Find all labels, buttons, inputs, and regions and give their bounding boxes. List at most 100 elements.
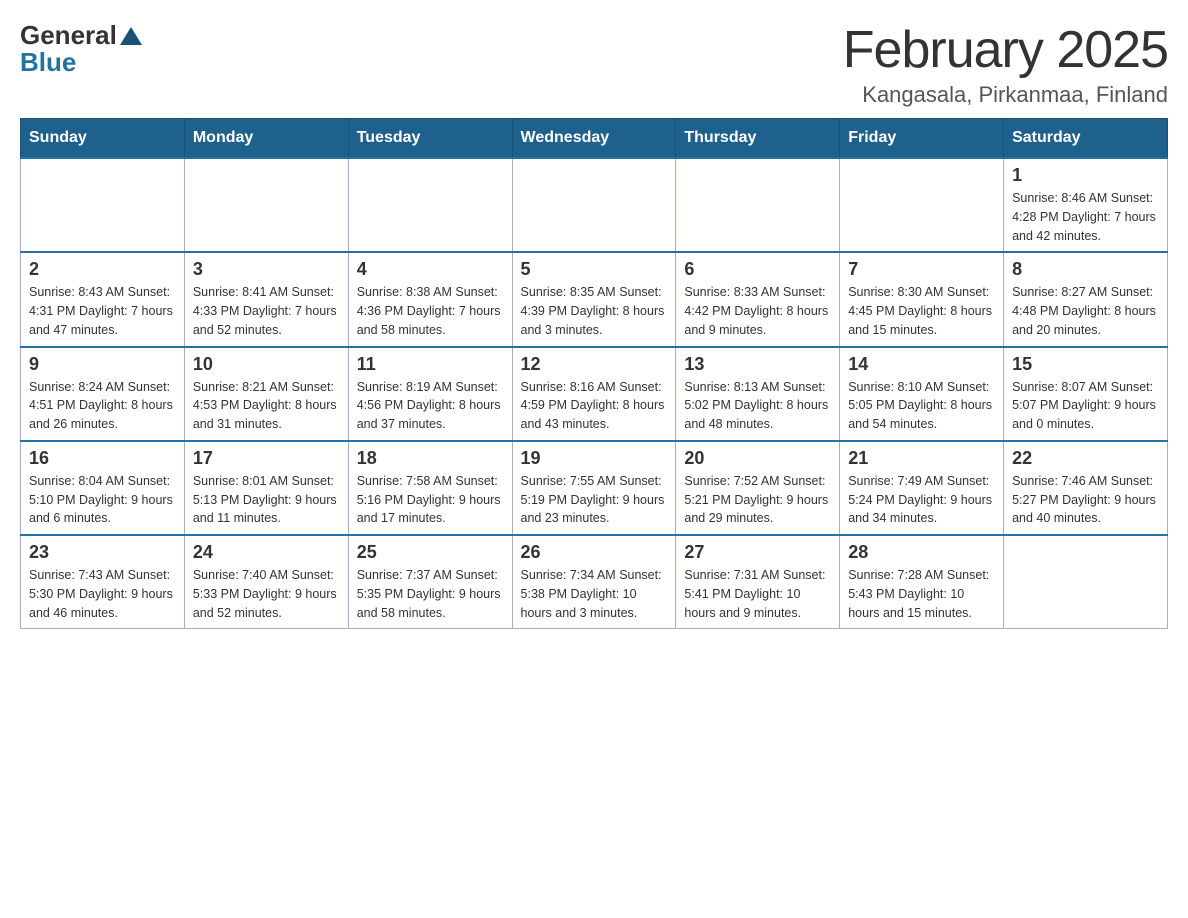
table-row: 22Sunrise: 7:46 AM Sunset: 5:27 PM Dayli… bbox=[1004, 441, 1168, 535]
month-title: February 2025 bbox=[843, 20, 1168, 80]
day-info: Sunrise: 8:21 AM Sunset: 4:53 PM Dayligh… bbox=[193, 378, 340, 434]
day-info: Sunrise: 8:43 AM Sunset: 4:31 PM Dayligh… bbox=[29, 283, 176, 339]
calendar-table: Sunday Monday Tuesday Wednesday Thursday… bbox=[20, 118, 1168, 629]
day-number: 7 bbox=[848, 259, 995, 280]
header-thursday: Thursday bbox=[676, 119, 840, 159]
logo-triangle-icon bbox=[120, 27, 142, 50]
day-number: 6 bbox=[684, 259, 831, 280]
table-row: 7 Sunrise: 8:30 AM Sunset: 4:45 PM Daylig… bbox=[840, 252, 1004, 346]
day-number: 8 bbox=[1012, 259, 1159, 280]
table-row: 5 Sunrise: 8:35 AM Sunset: 4:39 PM Daylig… bbox=[512, 252, 676, 346]
day-number: 1 bbox=[1012, 165, 1159, 186]
day-info: Sunrise: 8:35 AM Sunset: 4:39 PM Dayligh… bbox=[521, 283, 668, 339]
table-row: 11 Sunrise: 8:19 AM Sunset: 4:56 PM Dayli… bbox=[348, 347, 512, 441]
table-row: 21 Sunrise: 7:49 AM Sunset: 5:24 PM Dayli… bbox=[840, 441, 1004, 535]
table-row: 13 Sunrise: 8:13 AM Sunset: 5:02 PM Dayli… bbox=[676, 347, 840, 441]
day-number: 18 bbox=[357, 448, 504, 469]
table-row: 26Sunrise: 7:34 AM Sunset: 5:38 PM Dayli… bbox=[512, 535, 676, 629]
day-number: 13 bbox=[684, 354, 831, 375]
day-number: 23 bbox=[29, 542, 176, 563]
table-row: 23 Sunrise: 7:43 AM Sunset: 5:30 PM Dayli… bbox=[21, 535, 185, 629]
calendar-header: Sunday Monday Tuesday Wednesday Thursday… bbox=[21, 119, 1168, 159]
day-number: 20 bbox=[684, 448, 831, 469]
table-row: 4 Sunrise: 8:38 AM Sunset: 4:36 PM Daylig… bbox=[348, 252, 512, 346]
table-row bbox=[1004, 535, 1168, 629]
day-number: 3 bbox=[193, 259, 340, 280]
day-info: Sunrise: 8:46 AM Sunset: 4:28 PM Dayligh… bbox=[1012, 189, 1159, 245]
day-number: 27 bbox=[684, 542, 831, 563]
day-info: Sunrise: 8:30 AM Sunset: 4:45 PM Dayligh… bbox=[848, 283, 995, 339]
table-row: 17 Sunrise: 8:01 AM Sunset: 5:13 PM Dayli… bbox=[184, 441, 348, 535]
table-row: 14 Sunrise: 8:10 AM Sunset: 5:05 PM Dayli… bbox=[840, 347, 1004, 441]
day-info: Sunrise: 8:16 AM Sunset: 4:59 PM Dayligh… bbox=[521, 378, 668, 434]
day-number: 17 bbox=[193, 448, 340, 469]
day-info: Sunrise: 8:10 AM Sunset: 5:05 PM Dayligh… bbox=[848, 378, 995, 434]
day-number: 19 bbox=[521, 448, 668, 469]
day-info: Sunrise: 7:43 AM Sunset: 5:30 PM Dayligh… bbox=[29, 566, 176, 622]
table-row: 1 Sunrise: 8:46 AM Sunset: 4:28 PM Daylig… bbox=[1004, 158, 1168, 252]
day-info: Sunrise: 8:13 AM Sunset: 5:02 PM Dayligh… bbox=[684, 378, 831, 434]
logo: General Blue bbox=[20, 20, 142, 78]
day-info: Sunrise: 7:49 AM Sunset: 5:24 PM Dayligh… bbox=[848, 472, 995, 528]
day-info: Sunrise: 7:31 AM Sunset: 5:41 PM Dayligh… bbox=[684, 566, 831, 622]
table-row: 24 Sunrise: 7:40 AM Sunset: 5:33 PM Dayli… bbox=[184, 535, 348, 629]
day-info: Sunrise: 8:01 AM Sunset: 5:13 PM Dayligh… bbox=[193, 472, 340, 528]
table-row bbox=[840, 158, 1004, 252]
calendar-week-1: 1 Sunrise: 8:46 AM Sunset: 4:28 PM Daylig… bbox=[21, 158, 1168, 252]
table-row: 27 Sunrise: 7:31 AM Sunset: 5:41 PM Dayli… bbox=[676, 535, 840, 629]
day-number: 9 bbox=[29, 354, 176, 375]
table-row: 8Sunrise: 8:27 AM Sunset: 4:48 PM Daylig… bbox=[1004, 252, 1168, 346]
table-row: 12 Sunrise: 8:16 AM Sunset: 4:59 PM Dayli… bbox=[512, 347, 676, 441]
table-row: 9 Sunrise: 8:24 AM Sunset: 4:51 PM Daylig… bbox=[21, 347, 185, 441]
table-row: 16 Sunrise: 8:04 AM Sunset: 5:10 PM Dayli… bbox=[21, 441, 185, 535]
header-tuesday: Tuesday bbox=[348, 119, 512, 159]
table-row: 6 Sunrise: 8:33 AM Sunset: 4:42 PM Daylig… bbox=[676, 252, 840, 346]
day-number: 12 bbox=[521, 354, 668, 375]
header-wednesday: Wednesday bbox=[512, 119, 676, 159]
day-info: Sunrise: 8:38 AM Sunset: 4:36 PM Dayligh… bbox=[357, 283, 504, 339]
calendar-body: 1 Sunrise: 8:46 AM Sunset: 4:28 PM Daylig… bbox=[21, 158, 1168, 629]
day-number: 16 bbox=[29, 448, 176, 469]
calendar-week-3: 9 Sunrise: 8:24 AM Sunset: 4:51 PM Daylig… bbox=[21, 347, 1168, 441]
table-row bbox=[348, 158, 512, 252]
table-row: 19Sunrise: 7:55 AM Sunset: 5:19 PM Dayli… bbox=[512, 441, 676, 535]
day-info: Sunrise: 8:24 AM Sunset: 4:51 PM Dayligh… bbox=[29, 378, 176, 434]
day-info: Sunrise: 7:46 AM Sunset: 5:27 PM Dayligh… bbox=[1012, 472, 1159, 528]
day-number: 21 bbox=[848, 448, 995, 469]
day-info: Sunrise: 7:40 AM Sunset: 5:33 PM Dayligh… bbox=[193, 566, 340, 622]
day-info: Sunrise: 7:28 AM Sunset: 5:43 PM Dayligh… bbox=[848, 566, 995, 622]
day-number: 10 bbox=[193, 354, 340, 375]
calendar-week-4: 16 Sunrise: 8:04 AM Sunset: 5:10 PM Dayli… bbox=[21, 441, 1168, 535]
day-number: 11 bbox=[357, 354, 504, 375]
table-row: 3 Sunrise: 8:41 AM Sunset: 4:33 PM Daylig… bbox=[184, 252, 348, 346]
table-row: 10 Sunrise: 8:21 AM Sunset: 4:53 PM Dayli… bbox=[184, 347, 348, 441]
location-text: Kangasala, Pirkanmaa, Finland bbox=[843, 82, 1168, 108]
table-row bbox=[676, 158, 840, 252]
header-sunday: Sunday bbox=[21, 119, 185, 159]
table-row: 20 Sunrise: 7:52 AM Sunset: 5:21 PM Dayli… bbox=[676, 441, 840, 535]
day-info: Sunrise: 8:33 AM Sunset: 4:42 PM Dayligh… bbox=[684, 283, 831, 339]
day-number: 26 bbox=[521, 542, 668, 563]
table-row: 28 Sunrise: 7:28 AM Sunset: 5:43 PM Dayli… bbox=[840, 535, 1004, 629]
day-number: 2 bbox=[29, 259, 176, 280]
calendar-week-2: 2 Sunrise: 8:43 AM Sunset: 4:31 PM Daylig… bbox=[21, 252, 1168, 346]
day-number: 5 bbox=[521, 259, 668, 280]
day-number: 24 bbox=[193, 542, 340, 563]
table-row: 15Sunrise: 8:07 AM Sunset: 5:07 PM Dayli… bbox=[1004, 347, 1168, 441]
day-info: Sunrise: 8:19 AM Sunset: 4:56 PM Dayligh… bbox=[357, 378, 504, 434]
header-saturday: Saturday bbox=[1004, 119, 1168, 159]
day-info: Sunrise: 8:41 AM Sunset: 4:33 PM Dayligh… bbox=[193, 283, 340, 339]
day-info: Sunrise: 8:04 AM Sunset: 5:10 PM Dayligh… bbox=[29, 472, 176, 528]
table-row: 25Sunrise: 7:37 AM Sunset: 5:35 PM Dayli… bbox=[348, 535, 512, 629]
day-number: 25 bbox=[357, 542, 504, 563]
day-number: 14 bbox=[848, 354, 995, 375]
day-number: 28 bbox=[848, 542, 995, 563]
day-info: Sunrise: 7:52 AM Sunset: 5:21 PM Dayligh… bbox=[684, 472, 831, 528]
calendar-week-5: 23 Sunrise: 7:43 AM Sunset: 5:30 PM Dayli… bbox=[21, 535, 1168, 629]
table-row: 2 Sunrise: 8:43 AM Sunset: 4:31 PM Daylig… bbox=[21, 252, 185, 346]
title-block: February 2025 Kangasala, Pirkanmaa, Finl… bbox=[843, 20, 1168, 108]
day-number: 4 bbox=[357, 259, 504, 280]
weekday-header-row: Sunday Monday Tuesday Wednesday Thursday… bbox=[21, 119, 1168, 159]
header-friday: Friday bbox=[840, 119, 1004, 159]
page-header: General Blue February 2025 Kangasala, Pi… bbox=[20, 20, 1168, 108]
